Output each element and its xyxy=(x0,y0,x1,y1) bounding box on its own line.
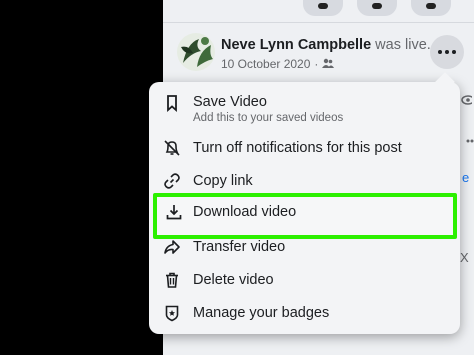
post-action: was live. xyxy=(371,37,431,53)
eye-icon xyxy=(460,92,474,108)
menu-item-label: Turn off notifications for this post xyxy=(193,139,402,156)
menu-item-label: Transfer video xyxy=(193,238,286,255)
post-author-line: Neve Lynn Campbelle was live. xyxy=(221,37,431,53)
top-reaction-bar xyxy=(303,0,451,22)
link-icon xyxy=(163,172,181,190)
bell-off-icon xyxy=(163,139,181,157)
video-area xyxy=(0,0,163,355)
share-icon[interactable] xyxy=(411,0,451,16)
comment-icon[interactable] xyxy=(357,0,397,16)
menu-item-save-video[interactable]: Save Video Add this to your saved videos xyxy=(149,88,460,132)
share-arrow-icon xyxy=(163,238,181,256)
divider xyxy=(163,22,474,23)
partial-label-text: X xyxy=(460,250,469,265)
menu-item-sublabel: Add this to your saved videos xyxy=(193,112,344,124)
menu-item-label: Download video xyxy=(193,204,297,220)
menu-item-delete-video[interactable]: Delete video xyxy=(149,263,460,296)
menu-item-label: Manage your badges xyxy=(193,304,330,321)
post-date[interactable]: 10 October 2020 xyxy=(221,57,310,71)
post-header: Neve Lynn Campbelle was live. 10 October… xyxy=(177,31,467,77)
menu-item-download-video[interactable]: Download video xyxy=(153,193,457,239)
menu-item-label: Save Video xyxy=(193,94,267,110)
trash-icon xyxy=(163,271,181,289)
more-icon xyxy=(460,133,474,149)
menu-item-label: Delete video xyxy=(193,271,274,288)
download-icon xyxy=(165,203,183,221)
menu-item-manage-badges[interactable]: Manage your badges xyxy=(149,296,460,329)
menu-item-label: Copy link xyxy=(193,172,253,189)
reaction-icon[interactable] xyxy=(303,0,343,16)
badge-icon xyxy=(163,304,181,322)
more-options-icon[interactable] xyxy=(430,35,464,69)
friends-icon xyxy=(322,57,335,71)
post-author[interactable]: Neve Lynn Campbelle xyxy=(221,37,371,53)
avatar[interactable] xyxy=(177,33,215,71)
bookmark-icon xyxy=(163,94,181,112)
partial-link-text: e xyxy=(462,170,470,185)
menu-item-turn-off-notifications[interactable]: Turn off notifications for this post xyxy=(149,131,460,164)
post-meta: 10 October 2020 · xyxy=(221,57,335,71)
